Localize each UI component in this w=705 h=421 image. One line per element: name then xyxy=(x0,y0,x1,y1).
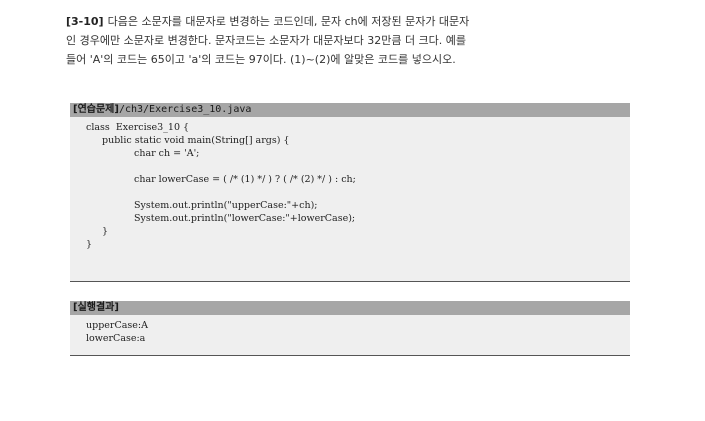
code-line: public static void main(String[] args) { xyxy=(102,135,290,146)
problem-statement: [3-10] 다음은 소문자를 대문자로 변경하는 코드인데, 문자 ch에 저장… xyxy=(66,12,642,69)
code-line: class Exercise3_10 { xyxy=(86,122,190,133)
code-line: } xyxy=(102,226,109,237)
output-line: upperCase:A xyxy=(86,320,148,331)
output-line: lowerCase:a xyxy=(86,333,146,344)
code-line: System.out.println("lowerCase:"+lowerCas… xyxy=(134,213,356,224)
code-line: System.out.println("upperCase:"+ch); xyxy=(134,200,318,211)
problem-line-3: 들어 'A'의 코드는 65이고 'a'의 코드는 97이다. (1)~(2)에… xyxy=(66,53,456,66)
exercise-header: [연습문제]/ch3/Exercise3_10.java xyxy=(70,103,630,117)
exercise-header-path: /ch3/Exercise3_10.java xyxy=(118,104,252,115)
problem-number: [3-10] xyxy=(66,15,104,28)
result-header: [실행결과] xyxy=(70,301,630,315)
problem-line-1: [3-10] 다음은 소문자를 대문자로 변경하는 코드인데, 문자 ch에 저장… xyxy=(66,12,642,31)
result-header-label: [실행결과] xyxy=(73,302,119,313)
code-line: char lowerCase = ( /* (1) */ ) ? ( /* (2… xyxy=(134,174,356,185)
code-line: char ch = 'A'; xyxy=(134,148,200,159)
result-block: [실행결과] upperCase:A lowerCase:a xyxy=(70,301,630,356)
exercise-code-block: [연습문제]/ch3/Exercise3_10.java class Exerc… xyxy=(70,103,630,282)
exercise-code-body: class Exercise3_10 { public static void … xyxy=(70,117,630,251)
problem-line-2: 인 경우에만 소문자로 변경한다. 문자코드는 소문자가 대문자보다 32만큼 … xyxy=(66,34,467,47)
code-line: } xyxy=(86,239,93,250)
result-output-body: upperCase:A lowerCase:a xyxy=(70,315,630,345)
problem-text-1: 다음은 소문자를 대문자로 변경하는 코드인데, 문자 ch에 저장된 문자가 … xyxy=(107,15,470,28)
exercise-header-label: [연습문제] xyxy=(73,104,119,115)
